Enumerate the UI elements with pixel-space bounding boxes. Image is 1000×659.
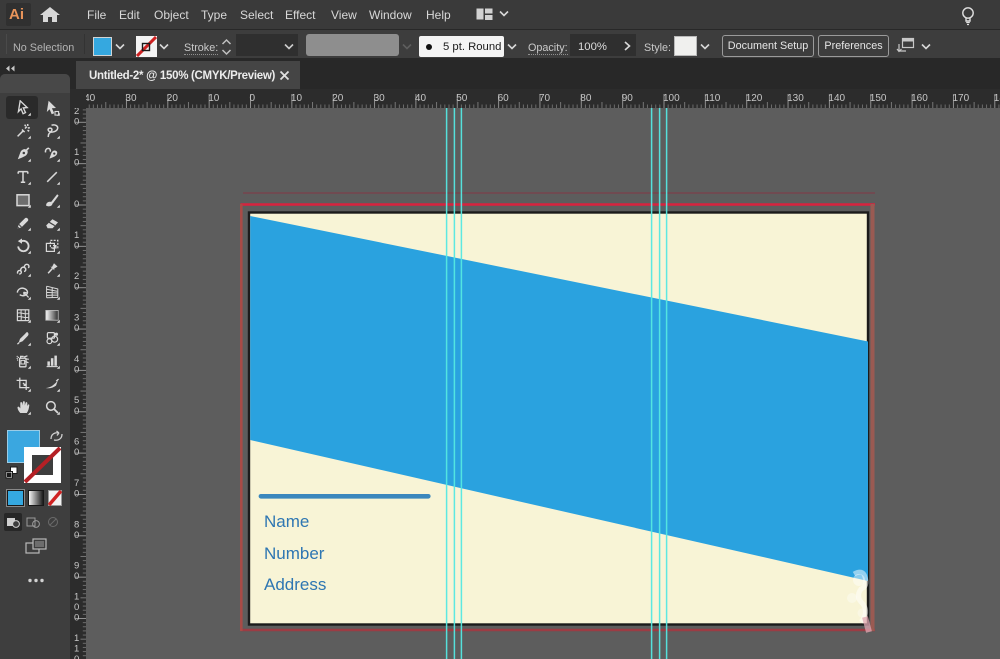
svg-text:0: 0: [74, 199, 79, 210]
svg-text:120: 120: [746, 93, 763, 104]
svg-text:0: 0: [74, 613, 79, 624]
svg-text:160: 160: [911, 93, 928, 104]
svg-text:30: 30: [125, 93, 137, 104]
svg-text:30: 30: [374, 93, 386, 104]
svg-text:0: 0: [74, 158, 79, 169]
svg-text:1: 1: [74, 592, 79, 603]
svg-text:0: 0: [74, 602, 79, 613]
svg-text:9: 9: [74, 561, 79, 572]
svg-text:40: 40: [86, 93, 96, 104]
svg-text:10: 10: [208, 93, 220, 104]
svg-text:170: 170: [953, 93, 970, 104]
svg-text:80: 80: [580, 93, 592, 104]
svg-text:90: 90: [622, 93, 634, 104]
svg-text:70: 70: [539, 93, 551, 104]
svg-text:0: 0: [74, 654, 79, 659]
svg-text:0: 0: [74, 323, 79, 334]
svg-text:110: 110: [704, 93, 720, 104]
svg-text:0: 0: [74, 447, 79, 458]
svg-text:0: 0: [74, 282, 79, 293]
svg-text:8: 8: [74, 519, 79, 530]
svg-text:0: 0: [74, 488, 79, 499]
svg-text:4: 4: [74, 354, 79, 365]
svg-text:0: 0: [74, 116, 79, 127]
svg-text:0: 0: [74, 406, 79, 417]
svg-text:7: 7: [74, 478, 79, 489]
svg-text:60: 60: [498, 93, 510, 104]
svg-text:1: 1: [74, 643, 79, 654]
svg-text:150: 150: [870, 93, 887, 104]
svg-text:0: 0: [74, 364, 79, 375]
svg-text:1: 1: [74, 633, 79, 644]
svg-text:2: 2: [74, 271, 79, 282]
svg-text:180: 180: [994, 93, 1000, 104]
svg-text:140: 140: [828, 93, 845, 104]
svg-text:0: 0: [74, 240, 79, 251]
svg-text:3: 3: [74, 313, 79, 324]
svg-text:1: 1: [74, 230, 79, 241]
svg-text:40: 40: [415, 93, 427, 104]
svg-text:1: 1: [74, 147, 79, 158]
svg-text:6: 6: [74, 437, 79, 448]
svg-text:0: 0: [250, 93, 256, 104]
svg-text:0: 0: [74, 571, 79, 582]
svg-text:10: 10: [291, 93, 303, 104]
svg-text:130: 130: [787, 93, 804, 104]
svg-text:20: 20: [332, 93, 344, 104]
svg-text:50: 50: [456, 93, 468, 104]
svg-text:100: 100: [663, 93, 680, 104]
svg-text:0: 0: [74, 530, 79, 541]
svg-text:20: 20: [167, 93, 179, 104]
svg-text:5: 5: [74, 395, 79, 406]
